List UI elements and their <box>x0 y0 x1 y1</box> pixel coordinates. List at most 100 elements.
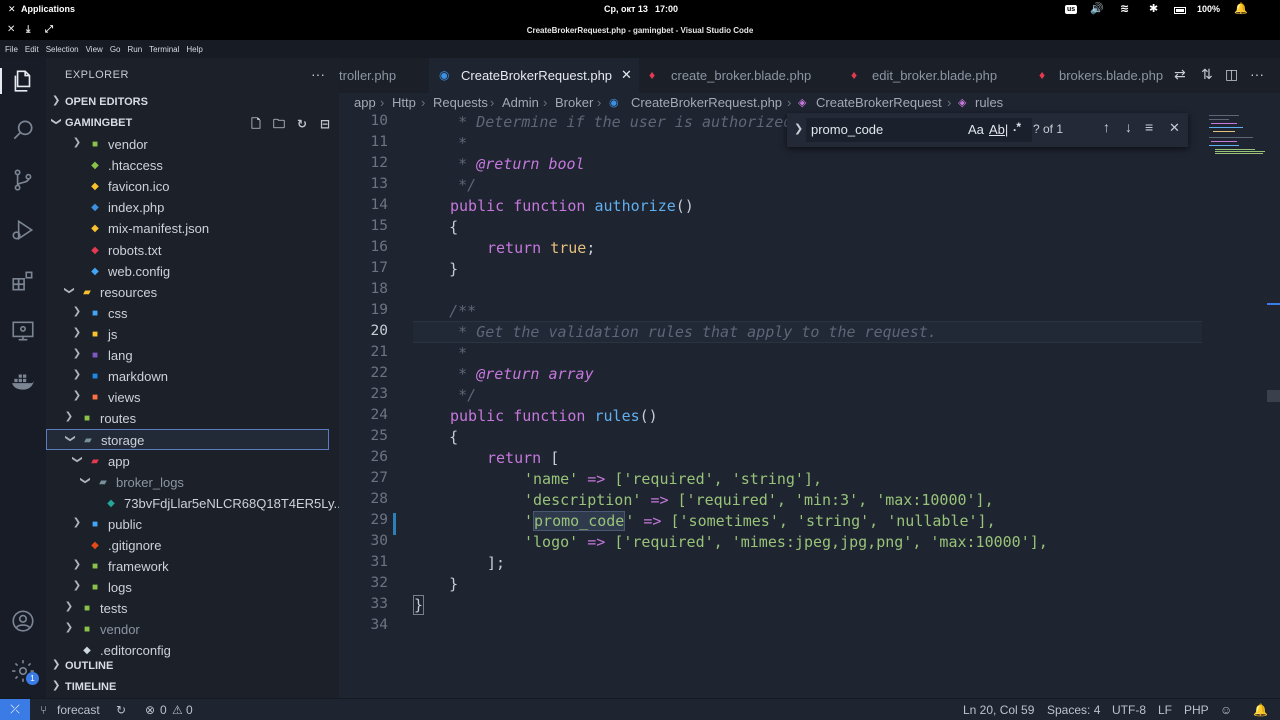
branch-name[interactable]: forecast <box>57 703 100 717</box>
chevron-right-icon[interactable]: ❯ <box>63 411 75 422</box>
source-control-icon[interactable] <box>10 167 36 193</box>
toggle-replace-icon[interactable]: ❯ <box>794 122 803 135</box>
chevron-right-icon[interactable]: ❯ <box>71 369 83 380</box>
collapse-all-icon[interactable]: ⊟ <box>317 117 333 131</box>
notifications-icon[interactable]: 🔔 <box>1234 2 1248 15</box>
open-changes-icon[interactable]: ⇄ <box>1174 66 1186 83</box>
next-match-icon[interactable]: ↓ <box>1125 119 1132 135</box>
search-icon[interactable] <box>10 117 36 143</box>
tree-item[interactable]: ◆ .gitignore <box>46 535 329 556</box>
warning-count[interactable]: 0 <box>186 703 193 717</box>
new-file-icon[interactable]: 🗋 <box>248 115 264 136</box>
tree-item[interactable]: ❯ ■ framework <box>46 556 329 577</box>
system-date[interactable]: Ср, окт 13 <box>604 4 648 14</box>
find-input[interactable]: promo_code Aa Ab| .* <box>806 118 1032 142</box>
tab-create-broker-blade[interactable]: ♦ create_broker.blade.php <box>639 58 839 93</box>
tree-item[interactable]: ◆ web.config <box>46 261 329 282</box>
tree-item[interactable]: ❯ ■ vendor <box>46 134 329 155</box>
breadcrumb-item[interactable]: rules <box>975 95 1003 110</box>
tree-item[interactable]: ◆ robots.txt <box>46 240 329 261</box>
chevron-down-icon[interactable]: ❯ <box>72 453 83 465</box>
tree-item[interactable]: ❯ ■ markdown <box>46 366 329 387</box>
new-folder-icon[interactable]: 🗀 <box>271 115 287 136</box>
breadcrumb-item[interactable]: Broker <box>555 95 593 110</box>
chevron-right-icon[interactable]: ❯ <box>71 306 83 317</box>
line-ending[interactable]: LF <box>1158 703 1172 717</box>
account-icon[interactable] <box>10 608 36 634</box>
code-editor[interactable]: 10 11 12 13 14 15 16 17 18 19 20 21 22 23 24 25 26 27 28 29… <box>339 113 1280 698</box>
tree-item[interactable]: ❯ ▰ resources <box>46 282 329 303</box>
whole-word-icon[interactable]: Ab| <box>989 122 1008 137</box>
tab-edit-broker-blade[interactable]: ♦ edit_broker.blade.php <box>839 58 1029 93</box>
notifications-bell-icon[interactable]: 🔔 <box>1253 703 1268 717</box>
chevron-down-icon[interactable]: ❯ <box>64 284 75 296</box>
chevron-right-icon[interactable]: ❯ <box>71 348 83 359</box>
match-case-icon[interactable]: Aa <box>968 122 984 137</box>
close-find-icon[interactable]: ✕ <box>1169 120 1180 136</box>
bluetooth-icon[interactable]: ✱ <box>1149 2 1158 15</box>
menu-terminal[interactable]: Terminal <box>149 45 179 54</box>
chevron-right-icon[interactable]: ❯ <box>71 327 83 338</box>
breadcrumb-item[interactable]: Requests <box>433 95 488 110</box>
workspace-section[interactable]: ❯ GAMINGBET 🗋 🗀 ↻ ⊟ <box>46 113 339 134</box>
refresh-icon[interactable]: ↻ <box>294 117 310 131</box>
extensions-icon[interactable] <box>10 268 36 294</box>
tree-item[interactable]: ❯ ■ logs <box>46 577 329 598</box>
wifi-icon[interactable]: ≋ <box>1120 2 1129 15</box>
encoding[interactable]: UTF-8 <box>1112 703 1146 717</box>
tree-item[interactable]: ◆ 73bvFdjLlar5eNLCR68Q18T4ER5Ly... <box>46 493 344 514</box>
minimap[interactable] <box>1205 113 1267 163</box>
sync-icon[interactable]: ↻ <box>116 703 126 717</box>
chevron-right-icon[interactable]: ❯ <box>63 622 75 633</box>
applications-menu[interactable]: Applications <box>21 4 75 14</box>
tree-item[interactable]: ❯ ▰ broker_logs <box>46 472 329 493</box>
tree-item[interactable]: ❯ ■ css <box>46 303 329 324</box>
cursor-position[interactable]: Ln 20, Col 59 <box>963 703 1034 717</box>
remote-icon[interactable]: ⤫ <box>0 699 30 720</box>
tree-item[interactable]: ◆ mix-manifest.json <box>46 218 329 239</box>
indentation[interactable]: Spaces: 4 <box>1047 703 1100 717</box>
chevron-right-icon[interactable]: ❯ <box>71 517 83 528</box>
breadcrumb-item[interactable]: Http <box>392 95 416 110</box>
breadcrumb-item[interactable]: Admin <box>502 95 539 110</box>
menu-help[interactable]: Help <box>186 45 202 54</box>
feedback-icon[interactable]: ☺ <box>1220 703 1232 717</box>
tree-item[interactable]: ◆ index.php <box>46 197 329 218</box>
menu-go[interactable]: Go <box>110 45 121 54</box>
tree-item[interactable]: ❯ ▰ app <box>46 451 329 472</box>
chevron-down-icon[interactable]: ❯ <box>80 474 91 486</box>
tree-item[interactable]: ❯ ■ routes <box>46 408 329 429</box>
volume-icon[interactable]: 🔊 <box>1090 2 1104 15</box>
menu-file[interactable]: File <box>5 45 18 54</box>
find-in-selection-icon[interactable]: ≡ <box>1145 119 1153 135</box>
tree-item[interactable]: ❯ ■ vendor <box>46 619 329 640</box>
tree-item[interactable]: ❯ ■ js <box>46 324 329 345</box>
remote-explorer-icon[interactable] <box>10 318 36 344</box>
chevron-right-icon[interactable]: ❯ <box>71 137 83 148</box>
tree-item[interactable]: ❯ ■ views <box>46 387 329 408</box>
breadcrumb-item[interactable]: CreateBrokerRequest.php <box>631 95 782 110</box>
tab-controller[interactable]: troller.php <box>339 58 429 93</box>
error-count[interactable]: 0 <box>160 703 167 717</box>
menu-edit[interactable]: Edit <box>25 45 39 54</box>
files-icon[interactable] <box>10 68 36 94</box>
more-actions-icon[interactable]: ··· <box>311 66 325 82</box>
tree-item[interactable]: ◆ favicon.ico <box>46 176 329 197</box>
tab-create-broker-request[interactable]: ◉ CreateBrokerRequest.php ✕ <box>429 58 639 93</box>
chevron-right-icon[interactable]: ❯ <box>71 559 83 570</box>
open-editors-section[interactable]: ❯ OPEN EDITORS <box>46 92 339 113</box>
tree-item[interactable]: ❯ ■ tests <box>46 598 329 619</box>
breadcrumb-item[interactable]: app <box>354 95 376 110</box>
tab-brokers-blade[interactable]: ♦ brokers.blade.php <box>1029 58 1174 93</box>
timeline-section[interactable]: ❯ TIMELINE <box>46 677 339 698</box>
tree-item[interactable]: ❯ ■ public <box>46 514 329 535</box>
menu-selection[interactable]: Selection <box>46 45 79 54</box>
regex-icon[interactable]: .* <box>1013 120 1021 134</box>
tree-item[interactable]: ◆ .htaccess <box>46 155 329 176</box>
split-editor-icon[interactable]: ◫ <box>1225 66 1238 83</box>
system-time[interactable]: 17:00 <box>655 4 678 14</box>
previous-match-icon[interactable]: ↑ <box>1103 119 1110 135</box>
outline-section[interactable]: ❯ OUTLINE <box>46 656 339 677</box>
tree-item[interactable]: ❯ ▰ storage <box>46 429 329 451</box>
more-actions-icon[interactable]: ··· <box>1250 66 1264 82</box>
